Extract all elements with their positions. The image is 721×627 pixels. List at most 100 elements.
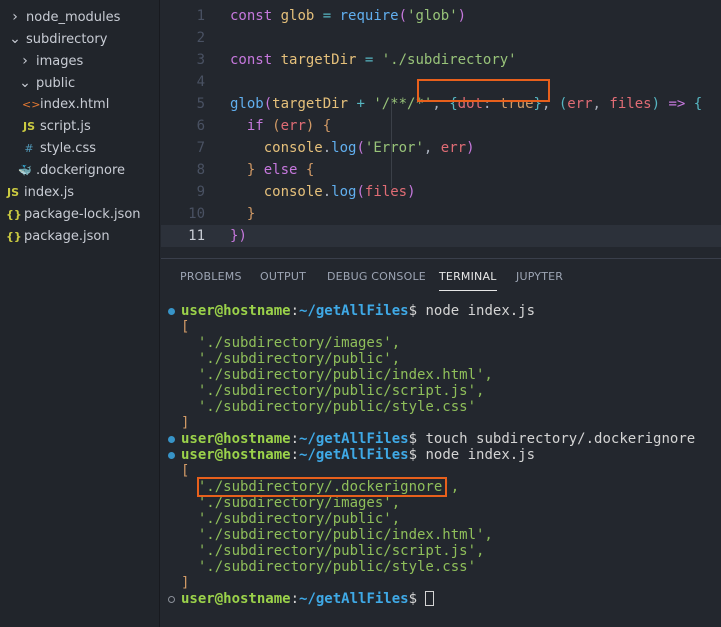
tree-item-package-lock-json[interactable]: {} package-lock.json	[6, 204, 141, 226]
prompt-sign: $	[408, 447, 418, 463]
html-file-icon: <>	[22, 98, 41, 111]
prompt-path: ~/getAllFiles	[299, 447, 409, 463]
prompt-sep: :	[290, 431, 300, 447]
terminal-line: [	[181, 319, 189, 335]
prompt-path: ~/getAllFiles	[299, 431, 409, 447]
tree-item-index-html[interactable]: <>index.html	[22, 94, 109, 116]
code-token: 'glob'	[407, 8, 458, 24]
tree-item-script-js[interactable]: JS script.js	[22, 116, 91, 138]
terminal-line: './subdirectory/images',	[181, 495, 400, 511]
tree-item-label: node_modules	[26, 10, 121, 25]
tree-item-label: package-lock.json	[24, 207, 141, 222]
code-line: 7 console.log('Error', err)	[161, 137, 721, 159]
output-text: ]	[181, 575, 190, 591]
command-status-dot	[168, 308, 175, 315]
indent-guide	[391, 100, 392, 188]
chevron-right-icon: ›	[12, 9, 18, 25]
code-token: {	[693, 96, 703, 112]
tab-problems[interactable]: PROBLEMS	[180, 270, 242, 283]
terminal-line: './subdirectory/public/style.css'	[181, 399, 476, 415]
line-number: 3	[196, 52, 205, 68]
code-token: log	[331, 184, 357, 200]
output-text: './subdirectory/public/script.js',	[181, 383, 485, 399]
prompt-sep: :	[290, 303, 300, 319]
line-number: 11	[188, 228, 205, 244]
terminal-line: user@hostname:~/getAllFiles$ touch subdi…	[181, 431, 695, 447]
code-token: files	[609, 96, 652, 112]
line-number: 2	[196, 30, 205, 46]
command-status-dot	[168, 452, 175, 459]
terminal-line: './subdirectory/public',	[181, 351, 400, 367]
js-file-icon: JS	[22, 120, 35, 133]
docker-file-icon: 🐳	[18, 164, 32, 177]
code-line: 10 }	[161, 203, 721, 225]
terminal-line: './subdirectory/public/script.js',	[181, 383, 485, 399]
tree-item-label: style.css	[40, 141, 96, 156]
terminal-cursor	[425, 591, 435, 606]
tree-item-style-css[interactable]: # style.css	[22, 138, 96, 160]
code-token: =	[322, 8, 332, 24]
file-explorer: › node_modules ⌄ subdirectory › images ⌄ public…	[0, 0, 160, 627]
tab-output[interactable]: OUTPUT	[260, 270, 306, 283]
bottom-panel: PROBLEMS OUTPUT DEBUG CONSOLE TERMINAL JUPYT…	[161, 258, 721, 627]
tree-item-label: package.json	[24, 229, 110, 244]
code-token: const	[230, 52, 273, 68]
line-number: 7	[196, 140, 205, 156]
code-token: require	[339, 8, 399, 24]
code-text: const targetDir = './subdirectory'	[230, 49, 517, 71]
code-token: console	[263, 184, 323, 200]
terminal-line: './subdirectory/public/script.js',	[181, 543, 485, 559]
code-token: console	[263, 140, 323, 156]
tree-item-dockerignore[interactable]: 🐳 .dockerignore	[18, 160, 125, 182]
code-token: )	[651, 96, 660, 112]
tree-item-index-js[interactable]: JS index.js	[6, 182, 74, 204]
tree-item-subdirectory[interactable]: ⌄ subdirectory	[8, 28, 107, 50]
command-status-dot	[168, 436, 175, 443]
code-text: })	[230, 225, 247, 247]
code-token: (	[263, 96, 273, 112]
output-text: ]	[181, 415, 190, 431]
chevron-right-icon: ›	[22, 53, 28, 69]
tree-item-node_modules[interactable]: › node_modules	[8, 6, 120, 28]
code-token: {	[305, 162, 315, 178]
tab-terminal[interactable]: TERMINAL	[439, 270, 497, 291]
tree-item-label: public	[36, 76, 76, 91]
tree-item-label: index.js	[24, 185, 75, 200]
tree-item-label: images	[36, 54, 84, 69]
chevron-down-icon: ⌄	[9, 31, 21, 47]
code-token: (	[356, 140, 365, 156]
prompt-sep: :	[290, 591, 300, 607]
command-text	[417, 591, 425, 607]
tree-item-label: script.js	[40, 119, 91, 134]
css-file-icon: #	[24, 142, 34, 155]
code-token: './subdirectory'	[381, 52, 517, 68]
code-token: err	[440, 140, 467, 156]
code-token: )	[407, 184, 416, 200]
line-number: 9	[196, 184, 205, 200]
tree-item-label: .dockerignore	[36, 163, 126, 178]
code-text: if (err) {	[230, 115, 331, 137]
prompt-path: ~/getAllFiles	[299, 303, 409, 319]
tab-debug-console[interactable]: DEBUG CONSOLE	[327, 270, 426, 283]
tree-item-images[interactable]: › images	[18, 50, 83, 72]
tab-jupyter[interactable]: JUPYTER	[516, 270, 563, 283]
line-number: 1	[196, 8, 205, 24]
prompt-sep: :	[290, 447, 300, 463]
code-line: 11})	[161, 225, 721, 247]
tree-item-package-json[interactable]: {} package.json	[6, 226, 110, 248]
code-token: glob	[272, 8, 323, 24]
code-text: const glob = require('glob')	[230, 5, 466, 27]
tree-item-public[interactable]: ⌄ public	[18, 72, 75, 94]
code-token: log	[331, 140, 357, 156]
code-editor[interactable]: 11}) 10 } 9 console.log(files) 8 } else {7 …	[161, 0, 721, 258]
code-token: targetDir	[272, 52, 365, 68]
code-text: } else {	[230, 159, 314, 181]
